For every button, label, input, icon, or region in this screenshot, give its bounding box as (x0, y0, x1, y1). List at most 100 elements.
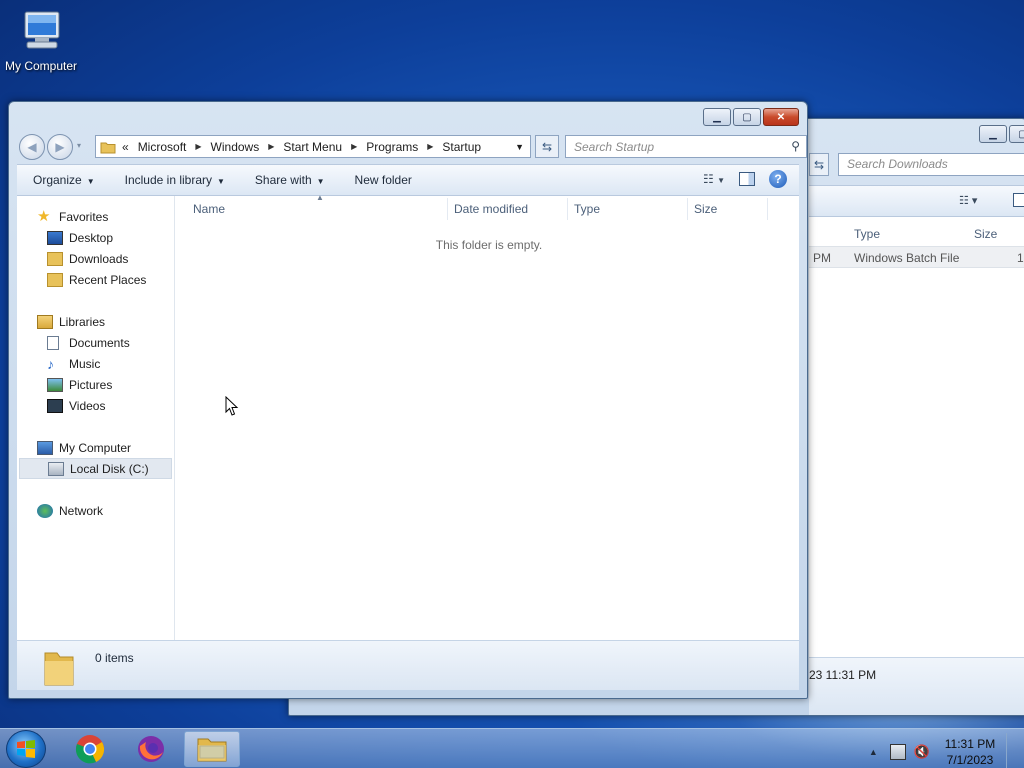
include-in-library-button[interactable]: Include in library ▼ (125, 173, 225, 187)
empty-folder-message: This folder is empty. (435, 238, 543, 252)
breadcrumb-separator-icon[interactable]: ▶ (195, 142, 201, 151)
column-name[interactable]: Name (193, 202, 225, 216)
bg-refresh-icon[interactable]: ⇆ (809, 153, 829, 176)
nav-desktop[interactable]: Desktop (17, 227, 174, 248)
local-disk-icon (48, 461, 64, 476)
back-button[interactable]: ◀ (19, 134, 45, 160)
nav-music[interactable]: ♪ Music (17, 353, 174, 374)
preview-pane-icon[interactable] (739, 172, 755, 186)
recent-pages-dropdown[interactable]: ▾ (77, 141, 81, 150)
videos-icon (47, 398, 63, 413)
breadcrumb-startup[interactable]: Startup (442, 140, 481, 154)
computer-icon (24, 11, 60, 49)
nav-pictures[interactable]: Pictures (17, 374, 174, 395)
item-count: 0 items (95, 651, 134, 665)
details-pane: 0 items (17, 640, 799, 690)
folder-icon (44, 652, 74, 686)
desktop-icon (47, 230, 63, 245)
nav-videos[interactable]: Videos (17, 395, 174, 416)
taskbar-firefox-button[interactable] (123, 731, 179, 767)
nav-network[interactable]: Network (17, 500, 174, 521)
bg-column-type[interactable]: Type (854, 227, 880, 241)
explorer-window[interactable]: ▁ ▢ ✕ ◀ ▶ ▾ « Microsoft ▶ Windows ▶ Star… (8, 101, 808, 699)
navigation-pane: ★ Favorites Desktop Downloads Recent Pla… (17, 196, 175, 640)
column-type[interactable]: Type (574, 202, 600, 216)
system-tray: ▲ 🔇 11:31 PM 7/1/2023 (869, 733, 1016, 768)
bg-preview-pane-icon[interactable] (1013, 193, 1024, 207)
network-status-icon[interactable] (889, 744, 906, 760)
windows-logo-icon (17, 740, 35, 758)
taskbar-explorer-button[interactable] (184, 731, 240, 767)
pictures-icon (47, 377, 63, 392)
start-button[interactable] (6, 730, 46, 768)
search-placeholder: Search Startup (574, 139, 655, 154)
breadcrumb-start-menu[interactable]: Start Menu (283, 140, 342, 154)
nav-libraries[interactable]: Libraries (17, 311, 174, 332)
change-view-icon[interactable]: ☷ ▼ (703, 172, 725, 186)
music-icon: ♪ (47, 355, 54, 372)
nav-downloads[interactable]: Downloads (17, 248, 174, 269)
breadcrumb-separator-icon[interactable]: ▶ (351, 142, 357, 151)
column-size[interactable]: Size (694, 202, 717, 216)
column-date-modified[interactable]: Date modified (454, 202, 528, 216)
taskbar-chrome-button[interactable] (62, 731, 118, 767)
refresh-button[interactable]: ⇆ (535, 135, 559, 158)
search-input[interactable]: Search Startup ⚲ (565, 135, 807, 158)
nav-my-computer[interactable]: My Computer (17, 437, 174, 458)
table-row[interactable]: PM Windows Batch File 1 (809, 246, 1024, 268)
explorer-icon (197, 738, 227, 762)
taskbar: ▲ 🔇 11:31 PM 7/1/2023 (0, 728, 1024, 768)
organize-button[interactable]: Organize ▼ (33, 173, 95, 187)
firefox-icon (138, 736, 164, 762)
address-dropdown-icon[interactable]: ▼ (515, 142, 524, 152)
nav-recent-places[interactable]: Recent Places (17, 269, 174, 290)
breadcrumb-separator-icon[interactable]: ▶ (427, 142, 433, 151)
bg-column-size[interactable]: Size (974, 227, 997, 241)
desktop-icon-label: My Computer (4, 59, 78, 73)
computer-icon (37, 440, 53, 455)
show-desktop-button[interactable] (1006, 733, 1016, 768)
bg-maximize-button[interactable]: ▢ (1009, 125, 1024, 143)
new-folder-button[interactable]: New folder (355, 173, 412, 187)
libraries-icon (37, 314, 53, 329)
clock[interactable]: 11:31 PM 7/1/2023 (940, 736, 1000, 768)
search-icon[interactable]: ⚲ (791, 139, 800, 153)
row-size: 1 (1017, 251, 1024, 265)
bg-minimize-button[interactable]: ▁ (979, 125, 1007, 143)
bg-details-text: 23 11:31 PM (809, 668, 877, 682)
show-hidden-icons-button[interactable]: ▲ (869, 747, 878, 757)
breadcrumb-microsoft[interactable]: Microsoft (138, 140, 187, 154)
address-bar[interactable]: « Microsoft ▶ Windows ▶ Start Menu ▶ Pro… (95, 135, 531, 158)
mouse-cursor-icon (225, 396, 239, 416)
maximize-button[interactable]: ▢ (733, 108, 761, 126)
row-modified: PM (813, 251, 831, 265)
close-button[interactable]: ✕ (763, 108, 799, 126)
network-icon (37, 503, 53, 518)
share-with-button[interactable]: Share with ▼ (255, 173, 325, 187)
nav-local-disk[interactable]: Local Disk (C:) (19, 458, 172, 479)
recent-places-icon (47, 272, 63, 287)
documents-icon (47, 335, 59, 350)
breadcrumb-separator-icon[interactable]: ▶ (268, 142, 274, 151)
breadcrumb-programs[interactable]: Programs (366, 140, 418, 154)
bg-view-icon[interactable]: ☷ ▾ (959, 194, 977, 207)
minimize-button[interactable]: ▁ (703, 108, 731, 126)
clock-date: 7/1/2023 (946, 753, 994, 767)
address-overflow[interactable]: « (122, 140, 129, 154)
nav-documents[interactable]: Documents (17, 332, 174, 353)
desktop-icon-my-computer[interactable]: My Computer (2, 8, 80, 73)
clock-time: 11:31 PM (944, 737, 996, 751)
star-icon: ★ (37, 207, 51, 225)
breadcrumb-windows[interactable]: Windows (211, 140, 260, 154)
row-type: Windows Batch File (854, 251, 960, 265)
file-list[interactable]: ▲ Name Date modified Type Size This fold… (176, 193, 799, 640)
help-icon[interactable]: ? (769, 170, 787, 188)
command-bar: Organize ▼ Include in library ▼ Share with… (17, 164, 799, 196)
sort-ascending-icon: ▲ (316, 193, 324, 202)
nav-favorites[interactable]: ★ Favorites (17, 206, 174, 227)
forward-button[interactable]: ▶ (47, 134, 73, 160)
downloads-icon (47, 251, 63, 266)
bg-search-input[interactable]: Search Downloads (838, 153, 1024, 176)
chrome-icon (75, 735, 105, 764)
volume-muted-icon[interactable]: 🔇 (914, 744, 930, 760)
